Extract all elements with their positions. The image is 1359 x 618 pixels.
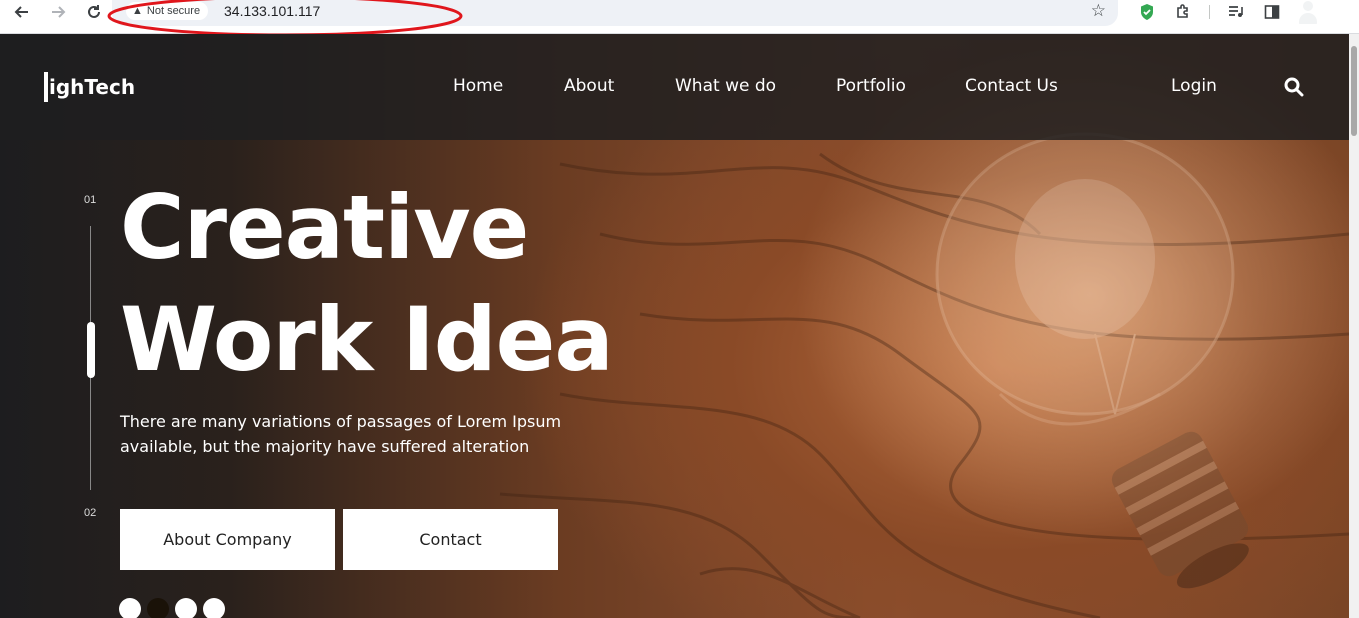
hero-subtitle-line-1: There are many variations of passages of… <box>120 412 562 431</box>
logo-text: ighTech <box>49 75 136 99</box>
about-company-button[interactable]: About Company <box>120 509 335 570</box>
media-icon[interactable] <box>1224 0 1248 24</box>
security-label: Not secure <box>146 5 201 17</box>
slide-number-first: 01 <box>84 194 97 206</box>
nav-what-we-do[interactable]: What we do <box>675 76 776 100</box>
extensions-icon[interactable] <box>1171 0 1195 24</box>
carousel-dot-1[interactable] <box>119 598 141 618</box>
browser-toolbar: ▲ Not secure 34.133.101.117 ☆ <box>0 0 1359 37</box>
slider-handle[interactable] <box>87 322 95 378</box>
carousel-dot-3[interactable] <box>175 598 197 618</box>
star-icon[interactable]: ☆ <box>1091 1 1106 21</box>
nav-portfolio[interactable]: Portfolio <box>836 76 906 100</box>
site-header: ighTech Home About What we do Portfolio … <box>0 34 1349 140</box>
carousel-dot-2[interactable] <box>147 598 169 618</box>
address-bar[interactable]: ▲ Not secure 34.133.101.117 ☆ <box>112 0 1118 26</box>
site-logo[interactable]: ighTech <box>44 72 135 102</box>
contact-button[interactable]: Contact <box>343 509 558 570</box>
profile-icon[interactable] <box>1296 0 1320 24</box>
security-chip[interactable]: ▲ Not secure <box>126 2 209 20</box>
forward-icon[interactable] <box>46 0 70 24</box>
back-icon[interactable] <box>10 0 34 24</box>
carousel-dot-4[interactable] <box>203 598 225 618</box>
hero-title: Creative Work Idea <box>120 172 614 396</box>
web-page: ighTech Home About What we do Portfolio … <box>0 34 1349 618</box>
nav-contact-us[interactable]: Contact Us <box>965 76 1058 100</box>
nav-home[interactable]: Home <box>453 76 503 100</box>
page-scrollbar[interactable] <box>1349 34 1359 618</box>
scrollbar-thumb[interactable] <box>1351 46 1357 136</box>
nav-about[interactable]: About <box>564 76 614 100</box>
hero-title-line-2: Work Idea <box>120 288 614 391</box>
nav-login[interactable]: Login <box>1171 76 1217 100</box>
toolbar-divider <box>1209 5 1210 19</box>
search-icon[interactable] <box>1284 77 1304 97</box>
shield-extension-icon[interactable] <box>1135 0 1159 24</box>
sidebar-icon[interactable] <box>1260 0 1284 24</box>
lightbulb-image <box>935 132 1249 589</box>
reload-icon[interactable] <box>82 0 106 24</box>
warning-icon: ▲ <box>132 5 143 17</box>
hero-title-line-1: Creative <box>120 176 529 279</box>
slide-number-last: 02 <box>84 507 97 519</box>
hero-subtitle-line-2: available, but the majority have suffere… <box>120 437 530 456</box>
hero-subtitle: There are many variations of passages of… <box>120 409 590 459</box>
logo-bar <box>44 72 48 102</box>
url-text[interactable]: 34.133.101.117 <box>224 3 320 19</box>
